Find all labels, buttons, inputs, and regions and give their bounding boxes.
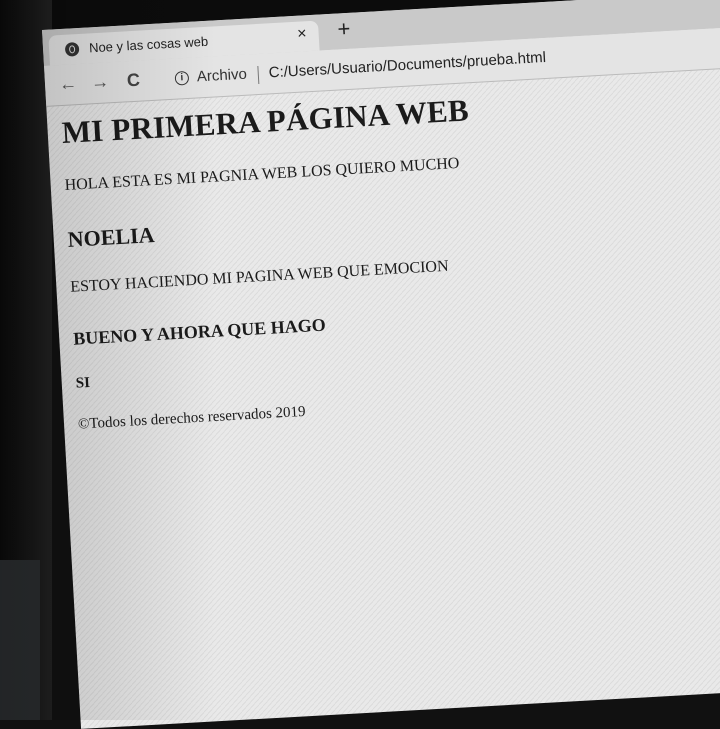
question-heading: BUENO Y AHORA QUE HAGO	[72, 314, 327, 349]
new-tab-button[interactable]: +	[337, 16, 351, 43]
reload-icon[interactable]: C	[126, 70, 140, 92]
name-heading: NOELIA	[67, 222, 156, 252]
back-arrow-icon[interactable]: ←	[58, 73, 77, 95]
background-desk	[0, 560, 40, 720]
page-content: MI PRIMERA PÁGINA WEB HOLA ESTA ES MI PA…	[61, 79, 718, 433]
intro-paragraph: HOLA ESTA ES MI PAGNIA WEB LOS QUIERO MU…	[64, 154, 460, 194]
browser-window: Noe y las cosas web × + ← → C i Archivo …	[42, 0, 720, 729]
close-icon[interactable]: ×	[297, 25, 307, 43]
answer-heading: SI	[75, 374, 91, 392]
address-bar[interactable]: C:/Users/Usuario/Documents/prueba.html	[268, 49, 546, 81]
info-icon[interactable]: i	[174, 70, 190, 86]
status-paragraph: ESTOY HACIENDO MI PAGINA WEB QUE EMOCION	[69, 257, 449, 296]
site-info-label[interactable]: Archivo	[196, 66, 247, 86]
tab-title: Noe y las cosas web	[88, 33, 209, 56]
copyright-footer: ©Todos los derechos reservados 2019	[77, 403, 306, 433]
globe-icon	[64, 41, 80, 57]
address-separator	[257, 65, 260, 85]
forward-arrow-icon[interactable]: →	[90, 71, 109, 93]
